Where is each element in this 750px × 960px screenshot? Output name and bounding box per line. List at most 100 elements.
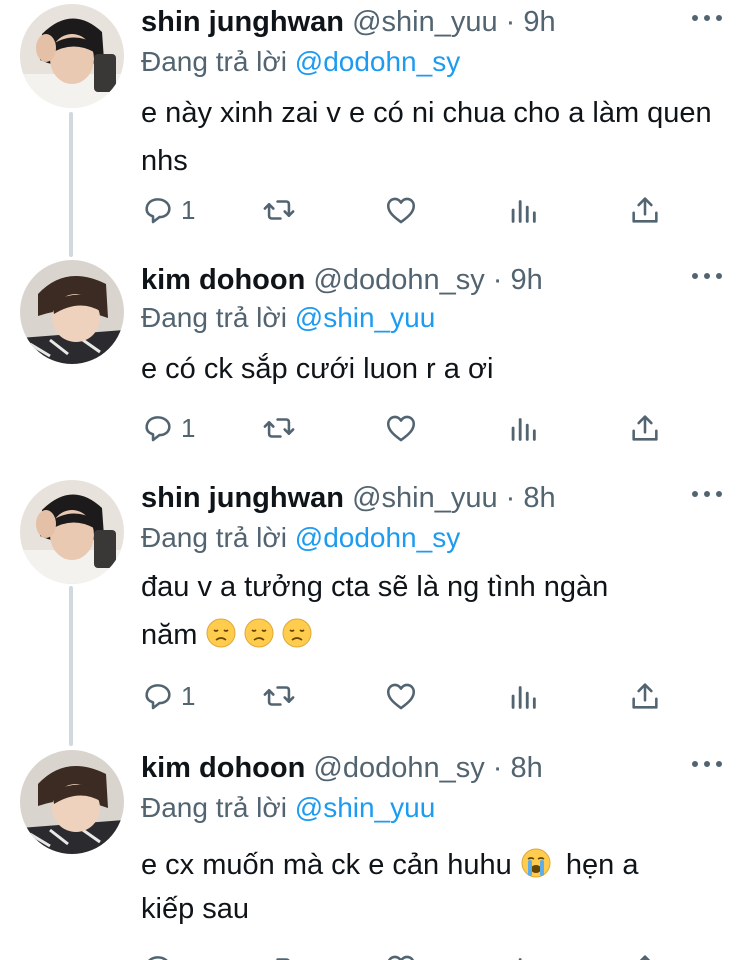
mention-link[interactable]: @dodohn_sy: [295, 522, 460, 553]
retweet-button[interactable]: [262, 678, 296, 714]
user-handle[interactable]: @shin_yuu: [352, 482, 498, 514]
share-button[interactable]: [628, 192, 662, 228]
action-bar: 1: [0, 192, 750, 232]
user-handle[interactable]: @shin_yuu: [352, 6, 498, 38]
retweet-icon: [263, 200, 295, 220]
replying-to: Đang trả lời @dodohn_sy: [141, 46, 460, 78]
tweet[interactable]: shin junghwan @shin_yuu · 9h Đang trả lờ…: [0, 0, 750, 255]
tweet[interactable]: shin junghwan @shin_yuu · 8h Đang trả lờ…: [0, 476, 750, 746]
share-icon: [632, 415, 658, 441]
disappointed-face-icon: [282, 618, 312, 648]
display-name[interactable]: kim dohoon: [141, 752, 305, 784]
action-bar: 1: [0, 410, 750, 450]
tweet[interactable]: kim dohoon @dodohn_sy · 9h Đang trả lời …: [0, 258, 750, 473]
reply-count: 1: [181, 194, 196, 225]
reply-icon: [145, 198, 171, 224]
retweet-button[interactable]: [262, 410, 296, 446]
share-button[interactable]: [628, 678, 662, 714]
tweet-header: shin junghwan @shin_yuu · 9h: [141, 6, 556, 39]
avatar[interactable]: [20, 480, 124, 584]
tweet-text: e có ck sắp cưới luon r a ơi: [141, 353, 494, 385]
retweet-button[interactable]: [262, 950, 296, 960]
disappointed-face-icon: [206, 618, 236, 648]
share-icon: [639, 955, 651, 960]
tweet-text-fragment: e cx muốn mà ck e cản huhu: [141, 849, 512, 881]
timestamp[interactable]: 8h: [511, 752, 543, 784]
more-options-icon[interactable]: [692, 270, 722, 282]
reply-button[interactable]: 1: [141, 678, 195, 714]
share-icon: [632, 683, 658, 709]
analytics-icon: [518, 958, 522, 960]
more-options-icon[interactable]: [692, 758, 722, 770]
analytics-icon: [511, 686, 536, 709]
tweet-text-line: đau v a tưởng cta sẽ là ng tình ngàn: [141, 571, 609, 603]
reply-icon: [145, 684, 171, 710]
user-handle[interactable]: @dodohn_sy: [313, 264, 484, 296]
tweet-text-fragment: năm: [141, 619, 198, 651]
tweet[interactable]: kim dohoon @dodohn_sy · 8h Đang trả lời …: [0, 746, 750, 960]
action-bar: [0, 950, 750, 960]
timestamp[interactable]: 9h: [511, 264, 543, 296]
replying-to: Đang trả lời @shin_yuu: [141, 792, 435, 824]
reply-button[interactable]: 1: [141, 192, 195, 228]
tweet-text: e cx muốn mà ck e cản huhu hẹn a kiếp sa…: [141, 843, 731, 931]
replying-to: Đang trả lời @dodohn_sy: [141, 522, 460, 554]
share-button[interactable]: [628, 950, 662, 960]
heart-icon: [386, 683, 416, 710]
views-button[interactable]: [506, 950, 540, 960]
more-options-icon[interactable]: [692, 488, 722, 500]
share-icon: [632, 197, 658, 223]
timestamp[interactable]: 8h: [523, 482, 555, 514]
separator: ·: [505, 6, 516, 38]
reply-button[interactable]: 1: [141, 410, 195, 446]
tweet-header: kim dohoon @dodohn_sy · 9h: [141, 264, 543, 297]
reply-icon: [145, 416, 171, 442]
display-name[interactable]: kim dohoon: [141, 264, 305, 296]
tweet-header: kim dohoon @dodohn_sy · 8h: [141, 752, 543, 785]
reply-count: 1: [181, 680, 196, 711]
like-button[interactable]: [384, 410, 418, 446]
disappointed-face-icon: [244, 618, 274, 648]
avatar[interactable]: [20, 260, 124, 364]
heart-icon: [386, 415, 416, 442]
retweet-icon: [276, 958, 290, 960]
views-button[interactable]: [506, 678, 540, 714]
avatar[interactable]: [20, 750, 124, 854]
retweet-button[interactable]: [262, 192, 296, 228]
replying-to-label: Đang trả lời: [141, 46, 287, 77]
reply-icon: [148, 956, 168, 960]
separator: ·: [492, 264, 503, 296]
share-button[interactable]: [628, 410, 662, 446]
replying-to-label: Đang trả lời: [141, 302, 287, 333]
reply-button[interactable]: [141, 950, 175, 960]
user-handle[interactable]: @dodohn_sy: [313, 752, 484, 784]
more-options-icon[interactable]: [692, 12, 722, 24]
mention-link[interactable]: @dodohn_sy: [295, 46, 460, 77]
loudly-crying-face-icon: [521, 848, 551, 878]
display-name[interactable]: shin junghwan: [141, 482, 344, 514]
tweet-text-fragment: hẹn a: [557, 849, 639, 881]
tweet-text-line: năm: [141, 611, 731, 659]
retweet-icon: [263, 686, 295, 706]
avatar[interactable]: [20, 4, 124, 108]
display-name[interactable]: shin junghwan: [141, 6, 344, 38]
tweet-text-line: e cx muốn mà ck e cản huhu hẹn a: [141, 843, 731, 887]
analytics-icon: [511, 200, 536, 223]
tweet-header: shin junghwan @shin_yuu · 8h: [141, 482, 556, 515]
retweet-icon: [263, 418, 295, 438]
replying-to-label: Đang trả lời: [141, 792, 287, 823]
tweet-text-line: kiếp sau: [141, 893, 250, 925]
replying-to: Đang trả lời @shin_yuu: [141, 302, 435, 334]
like-button[interactable]: [384, 192, 418, 228]
views-button[interactable]: [506, 192, 540, 228]
like-button[interactable]: [384, 678, 418, 714]
separator: ·: [505, 482, 516, 514]
like-button[interactable]: [384, 950, 418, 960]
timestamp[interactable]: 9h: [523, 6, 555, 38]
mention-link[interactable]: @shin_yuu: [295, 792, 436, 823]
analytics-icon: [511, 418, 536, 441]
views-button[interactable]: [506, 410, 540, 446]
mention-link[interactable]: @shin_yuu: [295, 302, 436, 333]
replying-to-label: Đang trả lời: [141, 522, 287, 553]
separator: ·: [492, 752, 503, 784]
